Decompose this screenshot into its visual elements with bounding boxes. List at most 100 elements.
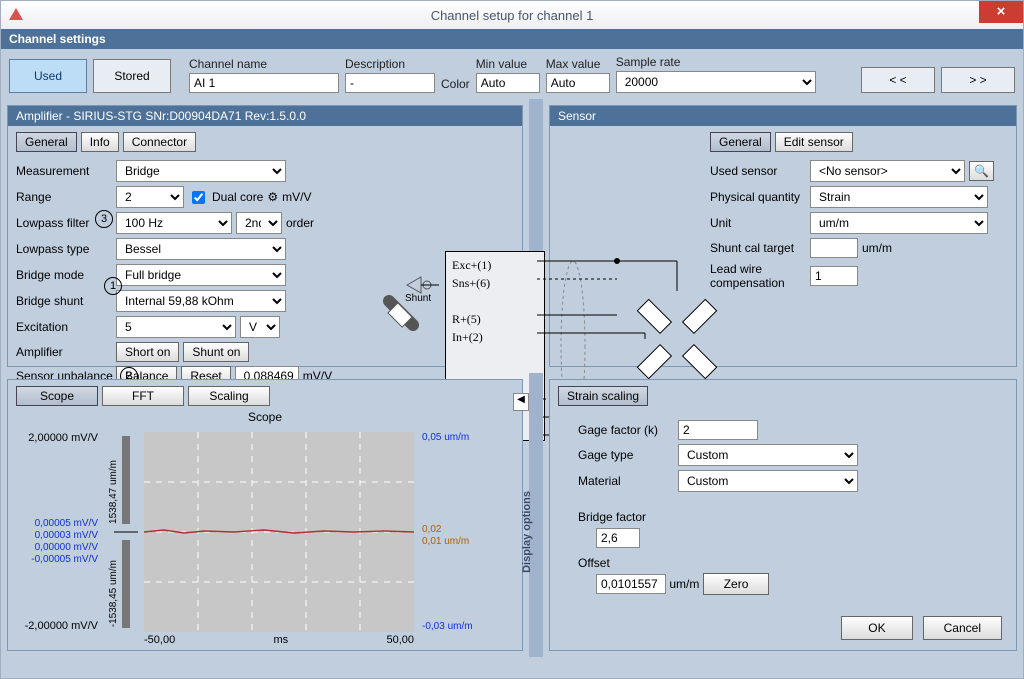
material-select[interactable]: Custom	[678, 470, 858, 492]
dual-core-checkbox[interactable]	[192, 191, 205, 204]
yrv-a: 0,05 um/m	[422, 432, 469, 443]
display-options-label[interactable]: Display options	[521, 491, 533, 573]
ylv-b: 0,00003 mV/V	[31, 530, 98, 542]
max-value-input[interactable]	[546, 73, 610, 93]
pin-sns-p: Sns+(6)	[452, 274, 538, 292]
yrv-c: 0,01 um/m	[422, 536, 469, 547]
search-icon[interactable]: 🔍	[969, 161, 994, 181]
bridge-factor-label: Bridge factor	[578, 510, 988, 524]
gage-factor-label: Gage factor (k)	[578, 423, 678, 437]
used-sensor-label: Used sensor	[710, 164, 810, 178]
description-input[interactable]	[345, 73, 435, 93]
range-unit: mV/V	[282, 190, 311, 204]
excitation-label: Excitation	[16, 320, 116, 334]
section-channel-settings: Channel settings	[1, 29, 1023, 49]
color-label: Color	[441, 77, 470, 91]
channel-name-label: Channel name	[189, 57, 339, 71]
min-value-input[interactable]	[476, 73, 540, 93]
dual-core-label: Dual core	[212, 190, 263, 204]
offset-unit: um/m	[669, 577, 699, 591]
shunt-on-button[interactable]: Shunt on	[183, 342, 249, 362]
lowpass-type-label: Lowpass type	[16, 242, 116, 256]
x-left: -50,00	[144, 634, 175, 646]
tab-scope[interactable]: Scope	[16, 386, 98, 406]
prev-button[interactable]: < <	[861, 67, 935, 93]
cancel-button[interactable]: Cancel	[923, 616, 1002, 640]
sensor-bar: Sensor	[550, 106, 1016, 126]
range-label: Range	[16, 190, 116, 204]
ylv-a: 0,00005 mV/V	[31, 518, 98, 530]
unit-label: Unit	[710, 216, 810, 230]
stored-button[interactable]: Stored	[93, 59, 171, 93]
min-value-label: Min value	[476, 57, 540, 71]
lead-wire-input[interactable]	[810, 266, 858, 286]
window-title: Channel setup for channel 1	[431, 8, 594, 23]
gear-icon[interactable]: ⚙	[267, 190, 278, 204]
sample-rate-label: Sample rate	[616, 55, 816, 69]
physical-quantity-label: Physical quantity	[710, 190, 810, 204]
excitation-select[interactable]: 5	[116, 316, 236, 338]
zero-button[interactable]: Zero	[703, 573, 770, 595]
yrv-d: -0,03 um/m	[422, 621, 473, 632]
material-label: Material	[578, 474, 678, 488]
next-button[interactable]: > >	[941, 67, 1015, 93]
amplifier-label: Amplifier	[16, 345, 116, 359]
range-select[interactable]: 2	[116, 186, 184, 208]
tab-connector[interactable]: Connector	[123, 132, 196, 152]
bar-b: -1538,45 um/m	[108, 560, 119, 627]
lowpass-order-label: order	[286, 216, 314, 230]
ylv-c: 0,00000 mV/V	[31, 542, 98, 554]
pin-r-p: R+(5)	[452, 310, 538, 328]
offset-label: Offset	[578, 556, 988, 570]
lowpass-order-select[interactable]: 2nd	[236, 212, 282, 234]
scope-chart	[144, 432, 414, 632]
physical-quantity-select[interactable]: Strain	[810, 186, 988, 208]
pin-exc-p: Exc+(1)	[452, 256, 538, 274]
bridge-mode-select[interactable]: Full bridge	[116, 264, 286, 286]
tab-fft[interactable]: FFT	[102, 386, 184, 406]
channel-name-input[interactable]	[189, 73, 339, 93]
y-top: 2,00000 mV/V	[28, 432, 98, 444]
used-button[interactable]: Used	[9, 59, 87, 93]
collapse-button[interactable]: ◀	[513, 393, 529, 411]
badge-1: 1	[104, 277, 122, 295]
excitation-unit-select[interactable]: V	[240, 316, 280, 338]
gage-type-select[interactable]: Custom	[678, 444, 858, 466]
app-icon	[9, 8, 23, 20]
max-value-label: Max value	[546, 57, 610, 71]
lowpass-type-select[interactable]: Bessel	[116, 238, 286, 260]
close-button[interactable]: ×	[979, 1, 1023, 23]
y-bot: -2,00000 mV/V	[25, 620, 98, 632]
sensor-tab-general[interactable]: General	[710, 132, 771, 152]
ylv-d: -0,00005 mV/V	[31, 554, 98, 566]
used-sensor-select[interactable]: <No sensor>	[810, 160, 965, 182]
tab-scaling[interactable]: Scaling	[188, 386, 270, 406]
bridge-factor-input[interactable]	[596, 528, 640, 548]
gage-type-label: Gage type	[578, 448, 678, 462]
x-right: 50,00	[386, 634, 414, 646]
tab-info[interactable]: Info	[81, 132, 119, 152]
sample-rate-select[interactable]: 20000	[616, 71, 816, 93]
ok-button[interactable]: OK	[841, 616, 912, 640]
bridge-mode-label: Bridge mode	[16, 268, 116, 282]
description-label: Description	[345, 57, 435, 71]
badge-3: 3	[95, 210, 113, 228]
tab-strain-scaling[interactable]: Strain scaling	[558, 386, 648, 406]
offset-input[interactable]	[596, 574, 666, 594]
yrv-b: 0,02	[422, 524, 441, 535]
tab-general[interactable]: General	[16, 132, 77, 152]
lowpass-filter-select[interactable]: 100 Hz	[116, 212, 232, 234]
shunt-cal-target-unit: um/m	[862, 241, 892, 255]
gage-factor-input[interactable]	[678, 420, 758, 440]
scope-title: Scope	[8, 406, 522, 424]
measurement-label: Measurement	[16, 164, 116, 178]
shunt-cal-target-input[interactable]	[810, 238, 858, 258]
sensor-tab-edit[interactable]: Edit sensor	[775, 132, 853, 152]
bar-a: 1538,47 um/m	[108, 460, 119, 524]
short-on-button[interactable]: Short on	[116, 342, 179, 362]
bridge-shunt-select[interactable]: Internal 59,88 kOhm	[116, 290, 286, 312]
bridge-shunt-label: Bridge shunt	[16, 294, 116, 308]
unit-select[interactable]: um/m	[810, 212, 988, 234]
measurement-select[interactable]: Bridge	[116, 160, 286, 182]
amplifier-bar: Amplifier - SIRIUS-STG SNr:D00904DA71 Re…	[8, 106, 522, 126]
